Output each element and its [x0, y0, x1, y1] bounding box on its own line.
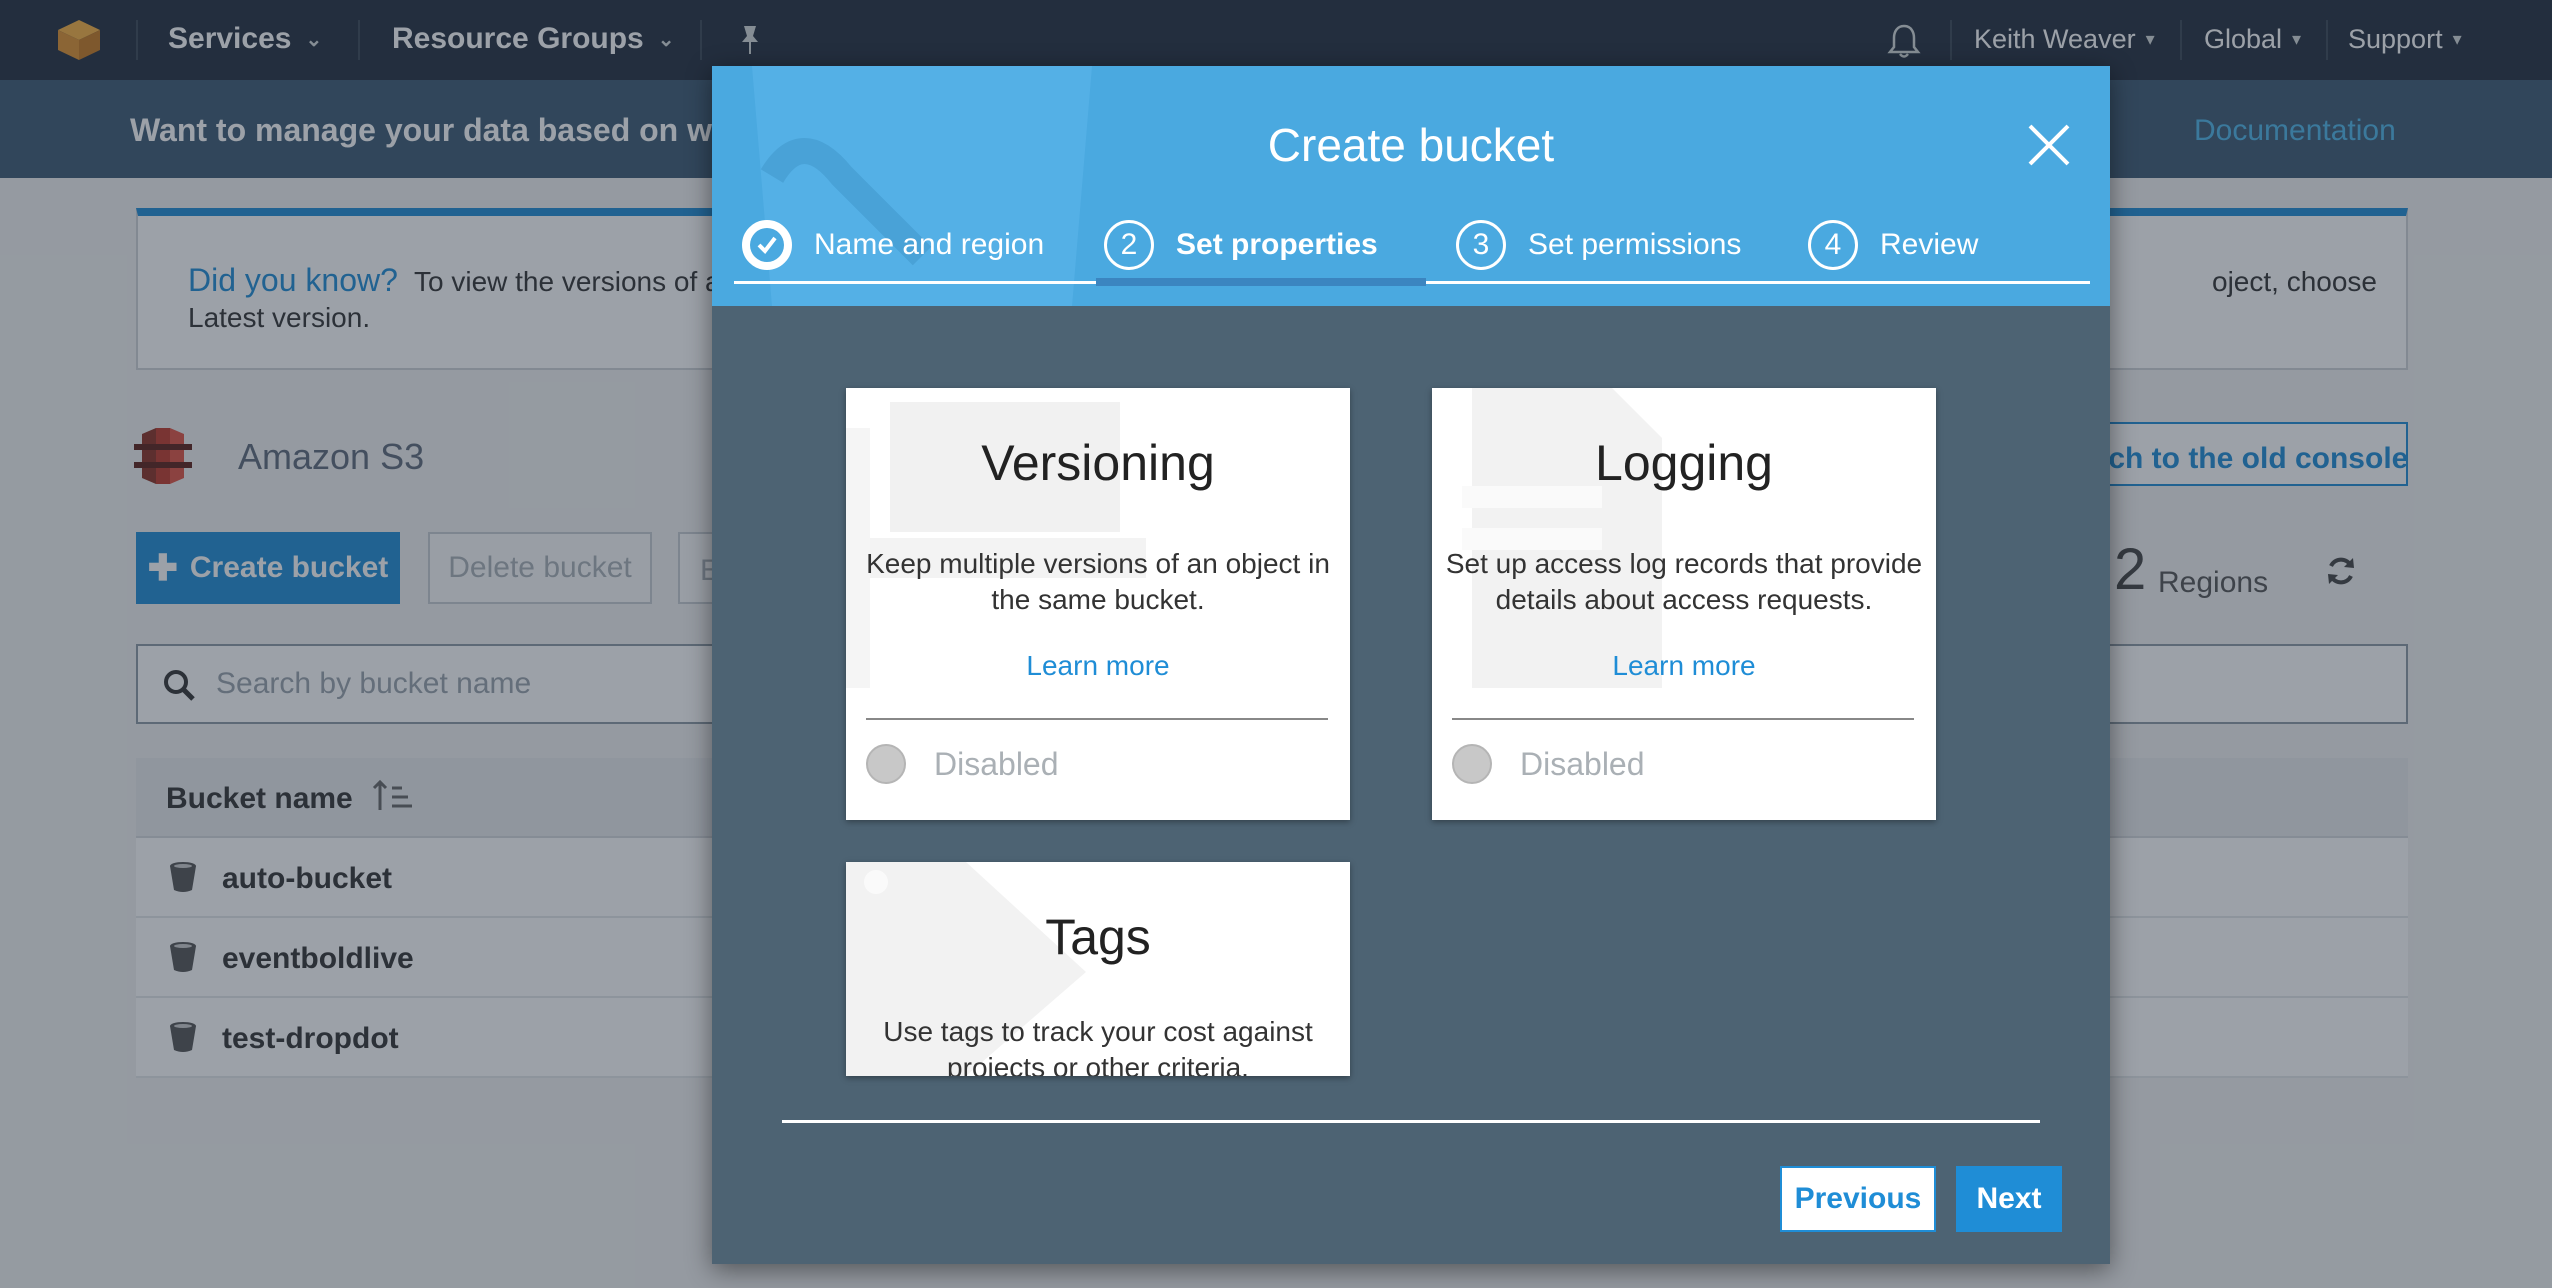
modal-title: Create bucket [1267, 119, 1555, 171]
step-number: 2 [1104, 220, 1154, 270]
wizard-steps: Name and region 2 Set properties 3 Set p… [734, 220, 2090, 286]
card-title: Tags [1045, 909, 1151, 965]
step-review[interactable]: 4 Review [1808, 220, 1978, 270]
card-description: Use tags to track your cost against proj… [883, 1016, 1313, 1076]
status-label: Disabled [1520, 745, 1645, 782]
previous-button[interactable]: Previous [1780, 1166, 1936, 1232]
step-label: Review [1880, 228, 1979, 261]
card-description: Keep multiple versions of an object in t… [866, 548, 1330, 615]
modal-header: Create bucket Name and region 2 Set prop… [712, 66, 2110, 306]
step-name-and-region[interactable]: Name and region [742, 220, 1044, 270]
close-icon[interactable] [2026, 122, 2072, 168]
modal-footer-divider [782, 1120, 2040, 1123]
check-circle-icon [742, 220, 792, 270]
status-label: Disabled [934, 745, 1059, 782]
radio-icon [866, 744, 906, 784]
next-button[interactable]: Next [1956, 1166, 2062, 1232]
check-icon [750, 228, 784, 262]
step-label: Set properties [1176, 228, 1378, 261]
step-label: Set permissions [1528, 228, 1742, 261]
versioning-toggle[interactable]: Disabled [866, 744, 1059, 784]
step-label: Name and region [814, 228, 1045, 261]
learn-more-link[interactable]: Learn more [1432, 650, 1936, 682]
radio-icon [1452, 744, 1492, 784]
learn-more-link[interactable]: Learn more [846, 650, 1350, 682]
create-bucket-modal: Create bucket Name and region 2 Set prop… [712, 66, 2110, 1264]
card-divider [866, 718, 1328, 720]
step-number: 4 [1808, 220, 1858, 270]
card-title: Versioning [981, 435, 1215, 491]
logging-card[interactable]: Logging Set up access log records that p… [1432, 388, 1936, 820]
card-description: Set up access log records that provide d… [1445, 548, 1923, 615]
logging-toggle[interactable]: Disabled [1452, 744, 1645, 784]
card-divider [1452, 718, 1914, 720]
step-number: 3 [1456, 220, 1506, 270]
step-set-properties[interactable]: 2 Set properties [1104, 220, 1378, 270]
card-title: Logging [1595, 435, 1773, 491]
tags-card[interactable]: Tags Use tags to track your cost against… [846, 862, 1350, 1076]
step-set-permissions[interactable]: 3 Set permissions [1456, 220, 1741, 270]
versioning-card[interactable]: Versioning Keep multiple versions of an … [846, 388, 1350, 820]
active-step-indicator [1096, 278, 1426, 286]
